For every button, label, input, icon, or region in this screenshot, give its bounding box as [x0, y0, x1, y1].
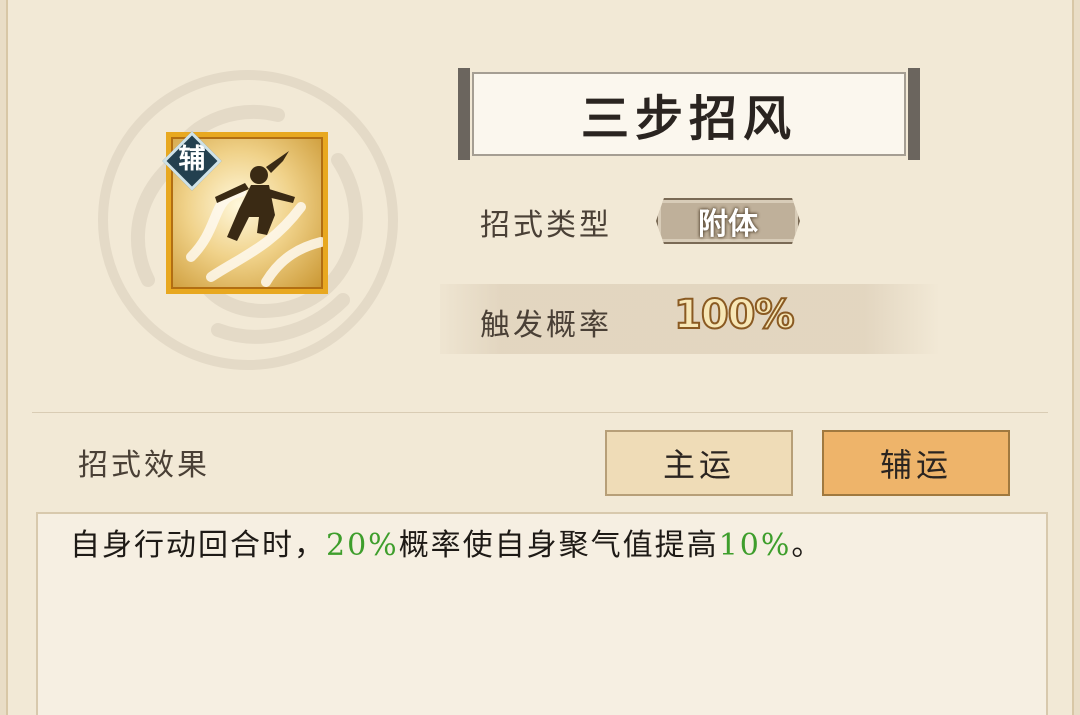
skill-title-frame: 三步招风 — [458, 68, 920, 160]
skill-name: 三步招风 — [580, 91, 797, 147]
badge-label: 辅 — [178, 144, 206, 175]
section-divider — [32, 412, 1048, 413]
effect-chance-value: 20% — [326, 528, 399, 563]
effect-text-2: 概率使自身聚气值提高 — [398, 528, 719, 563]
effect-description: 自身行动回合时，20%概率使自身聚气值提高10%。 — [70, 520, 823, 564]
effect-label: 招式效果 — [78, 448, 210, 483]
title-bracket-right — [908, 68, 920, 160]
title-plate: 三步招风 — [472, 72, 906, 156]
type-value: 附体 — [698, 207, 758, 242]
main-cast-button[interactable]: 主运 — [605, 430, 793, 496]
effect-text-3: 。 — [791, 528, 824, 563]
rate-label: 触发概率 — [480, 308, 612, 343]
type-tag: 附体 — [656, 198, 800, 244]
type-label: 招式类型 — [480, 208, 612, 243]
aux-cast-button[interactable]: 辅运 — [822, 430, 1010, 496]
support-badge: 辅 — [161, 130, 223, 192]
rate-value: 100% — [673, 291, 796, 339]
effect-text-1: 自身行动回合时， — [70, 528, 326, 563]
title-bracket-left — [458, 68, 470, 160]
effect-boost-value: 10% — [718, 528, 792, 563]
